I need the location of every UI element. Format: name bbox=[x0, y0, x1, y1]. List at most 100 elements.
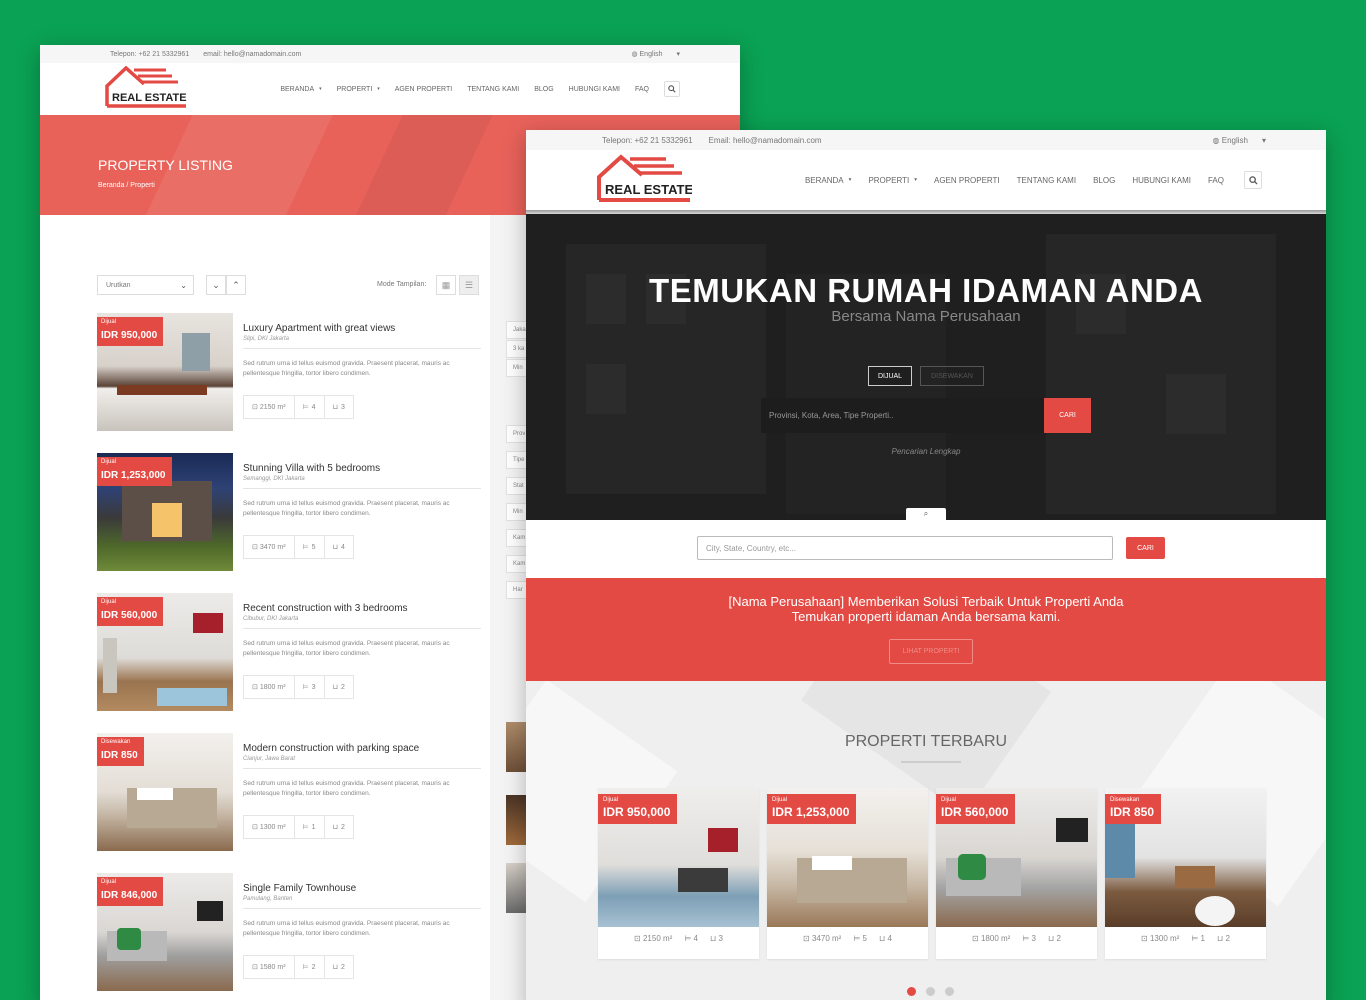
status-badge: Dijual bbox=[101, 599, 117, 605]
listing-item[interactable]: Dijual IDR 846,000 Single Family Townhous… bbox=[97, 873, 483, 991]
quick-search-button[interactable]: CARI bbox=[1126, 537, 1165, 559]
breadcrumb[interactable]: Beranda / Properti bbox=[98, 182, 155, 189]
property-photo[interactable]: Dijual IDR 950,000 bbox=[97, 313, 233, 431]
nav-tentang-kami[interactable]: TENTANG KAMI bbox=[1017, 176, 1076, 185]
price-label: IDR 950,000 bbox=[603, 805, 671, 819]
language-selector[interactable]: ◍ English bbox=[1213, 136, 1248, 145]
beds-value: 5 bbox=[862, 934, 867, 943]
search-button[interactable] bbox=[1244, 171, 1262, 189]
chevron-down-icon[interactable]: ▾ bbox=[676, 50, 680, 58]
tab-dijual[interactable]: DIJUAL bbox=[868, 366, 912, 386]
nav-faq[interactable]: FAQ bbox=[635, 86, 649, 93]
bed-icon: ⊨ bbox=[302, 404, 309, 411]
listing-location: Cibubur, DKI Jakarta bbox=[243, 616, 299, 622]
list-view-button[interactable]: ☰ bbox=[459, 275, 479, 295]
chevron-down-icon: ⌄ bbox=[180, 281, 187, 290]
search-button[interactable] bbox=[664, 81, 680, 97]
phone-text: Telepon: +62 21 5332961 bbox=[602, 135, 693, 145]
sort-select[interactable]: Urutkan ⌄ bbox=[97, 275, 194, 295]
listing-item[interactable]: Dijual IDR 1,253,000 Stunning Villa with … bbox=[97, 453, 483, 571]
search-icon bbox=[1248, 175, 1258, 185]
nav-agen-properti[interactable]: AGEN PROPERTI bbox=[395, 86, 452, 93]
language-label: English bbox=[1221, 135, 1248, 145]
grid-view-button[interactable]: ▦ bbox=[436, 275, 456, 295]
nav-agen-properti[interactable]: AGEN PROPERTI bbox=[934, 176, 1000, 185]
area-feature: ⊡ 2150 m² bbox=[244, 396, 295, 418]
price-tag: Disewakan IDR 850 bbox=[97, 737, 144, 766]
features-bar: ⊡ 1800 m² ⊨ 3 ⊔ 2 bbox=[936, 934, 1097, 943]
listing-item[interactable]: Dijual IDR 560,000 Recent construction wi… bbox=[97, 593, 483, 711]
price-label: IDR 1,253,000 bbox=[772, 805, 850, 819]
area-icon: ⊡ bbox=[252, 404, 258, 411]
beds-feature: ⊨ 4 bbox=[295, 396, 325, 418]
beds-feature: ⊨ 1 bbox=[1191, 934, 1205, 943]
hero-search-input[interactable]: Provinsi, Kota, Area, Tipe Properti.. bbox=[761, 398, 1044, 433]
listing-item[interactable]: Disewakan IDR 850 Modern construction wit… bbox=[97, 733, 483, 851]
nav-faq[interactable]: FAQ bbox=[1208, 176, 1224, 185]
features-bar: ⊡ 2150 m² ⊨ 4 ⊔ 3 bbox=[598, 934, 759, 943]
status-badge: Dijual bbox=[941, 797, 957, 803]
baths-value: 2 bbox=[1225, 934, 1230, 943]
language-selector[interactable]: ◍ English bbox=[631, 50, 662, 58]
listing-title[interactable]: Stunning Villa with 5 bedrooms bbox=[243, 463, 380, 474]
main-nav: BERANDA ▾ PROPERTI ▾ AGEN PROPERTI TENTANG… bbox=[788, 171, 1262, 189]
property-photo[interactable]: Disewakan IDR 850 bbox=[97, 733, 233, 851]
nav-tentang-kami[interactable]: TENTANG KAMI bbox=[467, 86, 519, 93]
quick-search-input[interactable]: City, State, Country, etc... bbox=[697, 536, 1113, 560]
baths-value: 4 bbox=[341, 543, 345, 551]
property-photo[interactable]: Disewakan IDR 850 bbox=[1105, 788, 1266, 927]
logo-text: REAL ESTATE bbox=[112, 92, 187, 104]
view-properties-button[interactable]: LIHAT PROPERTI bbox=[889, 639, 973, 664]
hero-search-button[interactable]: CARI bbox=[1044, 398, 1091, 433]
advanced-search-link[interactable]: Pencarian Lengkap bbox=[526, 447, 1326, 456]
carousel-dot[interactable] bbox=[926, 987, 935, 996]
area-icon: ⊡ bbox=[634, 934, 641, 943]
features-bar: ⊡ 3470 m² ⊨ 5 ⊔ 4 bbox=[243, 535, 354, 559]
listing-title[interactable]: Recent construction with 3 bedrooms bbox=[243, 603, 408, 614]
nav-blog[interactable]: BLOG bbox=[534, 86, 553, 93]
caret-down-icon: ▾ bbox=[319, 87, 322, 92]
nav-properti[interactable]: PROPERTI ▾ bbox=[868, 176, 917, 185]
sort-label: Urutkan bbox=[106, 282, 131, 289]
bed-icon: ⊨ bbox=[684, 934, 692, 943]
nav-blog[interactable]: BLOG bbox=[1093, 176, 1115, 185]
email-text: email: hello@namadomain.com bbox=[203, 50, 302, 58]
area-icon: ⊡ bbox=[252, 964, 258, 971]
carousel-dot[interactable] bbox=[945, 987, 954, 996]
sort-desc-button[interactable]: ⌄ bbox=[206, 275, 226, 295]
property-photo[interactable]: Dijual IDR 950,000 bbox=[598, 788, 759, 927]
carousel-dot[interactable] bbox=[907, 987, 916, 996]
property-photo[interactable]: Dijual IDR 1,253,000 bbox=[97, 453, 233, 571]
listing-item[interactable]: Dijual IDR 950,000 Luxury Apartment with … bbox=[97, 313, 483, 431]
area-value: 1300 m² bbox=[259, 823, 286, 831]
beds-value: 3 bbox=[1031, 934, 1036, 943]
nav-beranda[interactable]: BERANDA ▾ bbox=[280, 86, 321, 93]
beds-feature: ⊨ 1 bbox=[295, 816, 325, 838]
listing-title[interactable]: Modern construction with parking space bbox=[243, 743, 419, 754]
search-toggle[interactable]: ⌕ bbox=[906, 508, 946, 520]
logo[interactable]: REAL ESTATE bbox=[104, 64, 188, 115]
property-card[interactable]: Dijual IDR 1,253,000 ⊡ 3470 m² ⊨ 5 ⊔ 4 bbox=[767, 788, 928, 959]
title-divider bbox=[901, 761, 961, 763]
tab-disewakan[interactable]: DISEWAKAN bbox=[920, 366, 984, 386]
nav-properti[interactable]: PROPERTI ▾ bbox=[337, 86, 380, 93]
property-card[interactable]: Dijual IDR 950,000 ⊡ 2150 m² ⊨ 4 ⊔ 3 bbox=[598, 788, 759, 959]
logo[interactable]: REAL ESTATE bbox=[596, 152, 693, 209]
nav-label: PROPERTI bbox=[336, 85, 373, 93]
hero-title: TEMUKAN RUMAH IDAMAN ANDA bbox=[649, 272, 1203, 309]
listing-title[interactable]: Single Family Townhouse bbox=[243, 883, 356, 894]
property-card[interactable]: Dijual IDR 560,000 ⊡ 1800 m² ⊨ 3 ⊔ 2 bbox=[936, 788, 1097, 959]
property-photo[interactable]: Dijual IDR 560,000 bbox=[97, 593, 233, 711]
property-photo[interactable]: Dijual IDR 560,000 bbox=[936, 788, 1097, 927]
nav-hubungi-kami[interactable]: HUBUNGI KAMI bbox=[569, 86, 620, 93]
property-photo[interactable]: Dijual IDR 846,000 bbox=[97, 873, 233, 991]
sort-asc-button[interactable]: ⌃ bbox=[226, 275, 246, 295]
property-card[interactable]: Disewakan IDR 850 ⊡ 1300 m² ⊨ 1 ⊔ 2 bbox=[1105, 788, 1266, 959]
site-header: REAL ESTATE BERANDA ▾ PROPERTI ▾ AGEN PROP… bbox=[40, 63, 740, 115]
nav-beranda[interactable]: BERANDA ▾ bbox=[805, 176, 852, 185]
chevron-down-icon[interactable]: ▾ bbox=[1262, 136, 1266, 145]
property-photo[interactable]: Dijual IDR 1,253,000 bbox=[767, 788, 928, 927]
nav-hubungi-kami[interactable]: HUBUNGI KAMI bbox=[1132, 176, 1191, 185]
features-bar: ⊡ 1300 m² ⊨ 1 ⊔ 2 bbox=[243, 815, 354, 839]
listing-title[interactable]: Luxury Apartment with great views bbox=[243, 323, 395, 334]
